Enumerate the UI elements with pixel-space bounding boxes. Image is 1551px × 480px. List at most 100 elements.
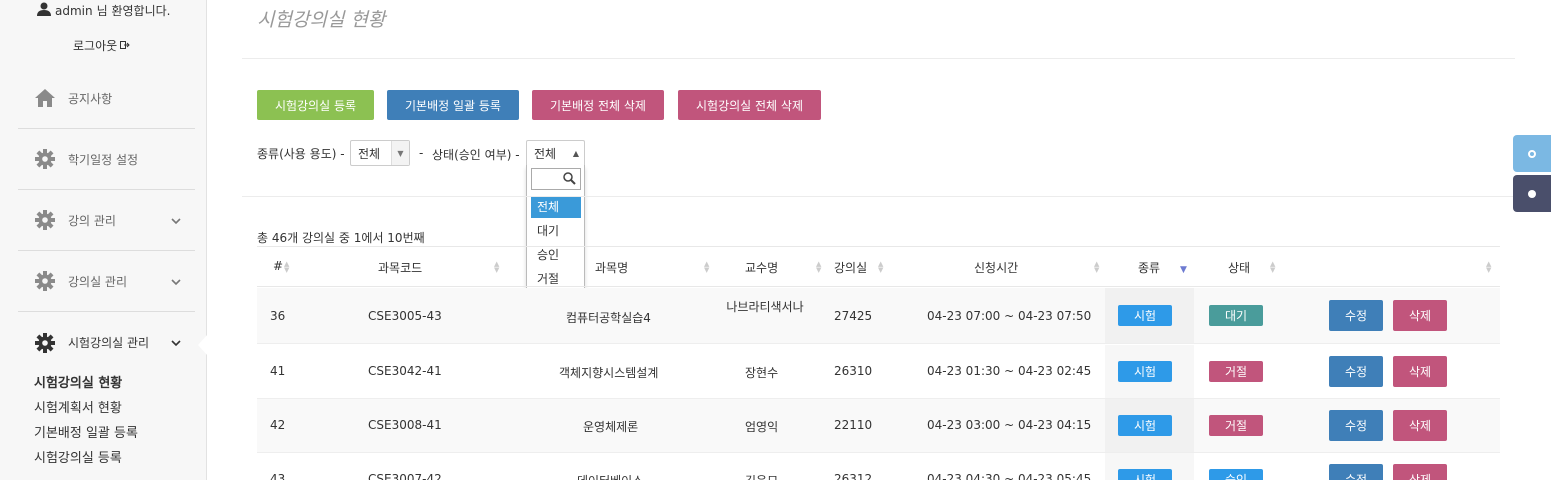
header-status[interactable]: 상태	[1228, 259, 1250, 276]
sort-icon: ▲ ▼	[1270, 260, 1276, 274]
cell-subject: 운영체제론	[583, 420, 639, 434]
welcome-suffix: 님 환영합니다.	[96, 4, 171, 18]
divider	[242, 196, 1515, 197]
delete-button[interactable]: 삭제	[1393, 300, 1447, 331]
cell-professor: 김응모	[745, 472, 778, 480]
submenu-exam-room-register[interactable]: 시험강의실 등록	[34, 449, 138, 474]
side-panel-toggle-dark[interactable]	[1513, 175, 1551, 212]
sidebar-item-label: 강의 관리	[68, 213, 116, 228]
header-code[interactable]: 과목코드	[378, 259, 422, 276]
gear-icon	[32, 207, 58, 233]
edit-button[interactable]: 수정	[1329, 356, 1383, 387]
sidebar-item-label: 강의실 관리	[68, 274, 128, 289]
filter-row: 종류(사용 용도) -	[257, 140, 345, 166]
delete-all-default-button[interactable]: 기본배정 전체 삭제	[532, 90, 664, 120]
sort-icon: ▲ ▼	[704, 260, 710, 274]
sort-icon: ▲ ▼	[284, 260, 290, 274]
status-badge: 대기	[1209, 305, 1263, 326]
home-icon	[32, 85, 58, 111]
cell-professor: 장현수	[745, 366, 779, 380]
cell-time: 04-23 07:00 ~ 04-23 07:50	[927, 309, 1092, 323]
header-professor[interactable]: 교수명	[745, 259, 778, 276]
delete-button[interactable]: 삭제	[1393, 464, 1447, 480]
table-header: # ▲ ▼ 과목코드 ▲ ▼ 과목명 ▲ ▼ 교수명 ▲ ▼ 강의실 ▲ ▼ 신청시간 ▲…	[257, 246, 1500, 287]
gear-icon	[32, 330, 58, 356]
gear-icon	[32, 268, 58, 294]
status-option-all[interactable]: 전체	[531, 196, 581, 218]
sidebar-item-lecture[interactable]: 강의 관리	[18, 190, 195, 251]
sort-icon: ▲ ▼	[1094, 260, 1100, 274]
cell-id: 43	[270, 472, 286, 480]
sidebar-item-classroom[interactable]: 강의실 관리	[18, 251, 195, 312]
cell-time: 04-23 01:30 ~ 04-23 02:45	[927, 364, 1092, 378]
kind-badge: 시험	[1118, 305, 1172, 326]
sidebar-item-label: 학기일정 설정	[68, 152, 139, 167]
sign-out-icon	[120, 39, 130, 53]
bulk-register-button[interactable]: 기본배정 일괄 등록	[387, 90, 519, 120]
logout-label: 로그아웃	[73, 39, 118, 53]
page-title: 시험강의실 현황	[257, 9, 386, 31]
logout-link[interactable]: 로그아웃	[73, 37, 130, 54]
sidebar: admin 님 환영합니다. 로그아웃 공지사항 학기일정 설정 강의 관리 강…	[0, 0, 208, 480]
submenu-exam-plan-status[interactable]: 시험계획서 현황	[34, 399, 138, 424]
sort-desc-icon: ▼	[1180, 265, 1187, 275]
sidebar-item-semester[interactable]: 학기일정 설정	[18, 129, 195, 190]
cell-code: CSE3008-41	[368, 418, 442, 432]
cell-code: CSE3042-41	[368, 364, 442, 378]
sidebar-item-exam-room[interactable]: 시험강의실 관리	[18, 312, 195, 373]
header-room[interactable]: 강의실	[834, 259, 867, 276]
sort-icon: ▲ ▼	[494, 260, 500, 274]
circle-outline-icon	[1528, 149, 1536, 158]
cell-room: 27425	[834, 309, 873, 323]
status-badge: 승인	[1209, 469, 1263, 480]
dropdown-search-input[interactable]	[531, 168, 581, 190]
kind-badge: 시험	[1118, 361, 1172, 382]
header-id[interactable]: #	[273, 259, 283, 273]
cell-professor: 나브라티색서나	[726, 300, 804, 314]
gear-icon	[32, 146, 58, 172]
header-time[interactable]: 신청시간	[974, 259, 1018, 276]
chevron-down-icon	[171, 336, 181, 350]
table-info: 총 46개 강의실 중 1에서 10번째	[257, 231, 425, 245]
delete-all-exam-room-button[interactable]: 시험강의실 전체 삭제	[678, 90, 821, 120]
delete-button[interactable]: 삭제	[1393, 356, 1447, 387]
filter-separator: -	[419, 146, 424, 160]
submenu-bulk-register[interactable]: 기본배정 일괄 등록	[34, 424, 138, 449]
kind-select[interactable]: 전체 ▼	[350, 140, 410, 166]
kind-select-value: 전체	[358, 146, 381, 161]
sort-icon: ▲ ▼	[1486, 260, 1492, 274]
submenu-exam-room-status[interactable]: 시험강의실 현황	[34, 374, 138, 399]
chevron-down-icon	[171, 214, 181, 228]
cell-room: 26312	[834, 472, 873, 480]
edit-button[interactable]: 수정	[1329, 410, 1383, 441]
cell-id: 41	[270, 364, 286, 378]
table-row: 42 CSE3008-41 운영체제론 엄영익 22110 04-23 03:0…	[257, 399, 1500, 453]
kind-filter-label: 종류(사용 용도) -	[257, 146, 345, 161]
user-icon	[37, 2, 51, 19]
sidebar-item-notice[interactable]: 공지사항	[18, 68, 195, 129]
side-panel-toggle-light[interactable]	[1513, 135, 1551, 172]
cell-code: CSE3007-42	[368, 472, 442, 480]
status-select-value: 전체	[534, 147, 557, 161]
cell-time: 04-23 04:30 ~ 04-23 05:45	[927, 472, 1092, 480]
cell-code: CSE3005-43	[368, 309, 442, 323]
edit-button[interactable]: 수정	[1329, 464, 1383, 480]
delete-button[interactable]: 삭제	[1393, 410, 1447, 441]
cell-subject: 데이터베이스	[577, 472, 643, 480]
cell-room: 22110	[834, 418, 873, 432]
caret-up-icon: ▲	[572, 149, 579, 158]
edit-button[interactable]: 수정	[1329, 300, 1383, 331]
sort-icon: ▲ ▼	[816, 260, 822, 274]
exam-room-submenu: 시험강의실 현황 시험계획서 현황 기본배정 일괄 등록 시험강의실 등록	[34, 374, 138, 474]
header-subject[interactable]: 과목명	[595, 259, 628, 276]
kind-badge: 시험	[1118, 469, 1172, 480]
header-kind[interactable]: 종류	[1138, 259, 1160, 276]
register-exam-room-button[interactable]: 시험강의실 등록	[257, 90, 374, 120]
divider	[242, 58, 1515, 59]
circle-filled-icon	[1528, 189, 1536, 198]
cell-subject: 컴퓨터공학실습4	[566, 311, 651, 325]
username: admin	[55, 3, 93, 18]
status-select[interactable]: 전체 ▲	[526, 140, 585, 166]
table-row: 41 CSE3042-41 객체지향시스템설계 장현수 26310 04-23 …	[257, 345, 1500, 399]
status-option-wait[interactable]: 대기	[531, 220, 581, 242]
